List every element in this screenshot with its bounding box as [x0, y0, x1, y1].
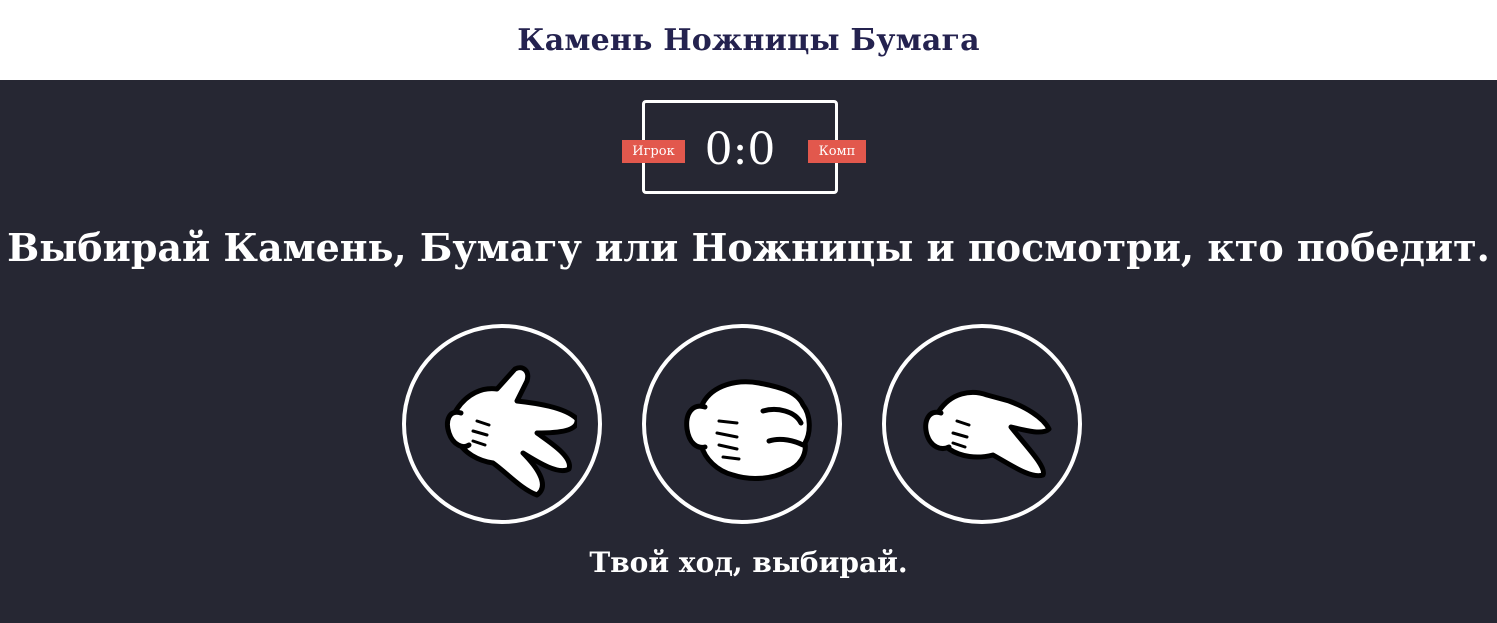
- header: Камень Ножницы Бумага: [0, 0, 1497, 80]
- status-message: Твой ход, выбирай.: [589, 546, 908, 579]
- rock-fist-icon: [684, 379, 812, 481]
- instructions-text: Выбирай Камень, Бумагу или Ножницы и пос…: [7, 225, 1490, 270]
- score-display: 0:0: [704, 124, 776, 175]
- paper-hand-icon: [445, 365, 577, 498]
- page-title: Камень Ножницы Бумага: [517, 22, 980, 58]
- scoreboard: Игрок 0:0 Комп: [622, 100, 866, 194]
- scissors-hand-icon: [923, 389, 1052, 479]
- comp-label: Комп: [808, 140, 866, 163]
- paper-button[interactable]: [402, 324, 602, 524]
- scissors-button[interactable]: [882, 324, 1082, 524]
- rock-button[interactable]: [642, 324, 842, 524]
